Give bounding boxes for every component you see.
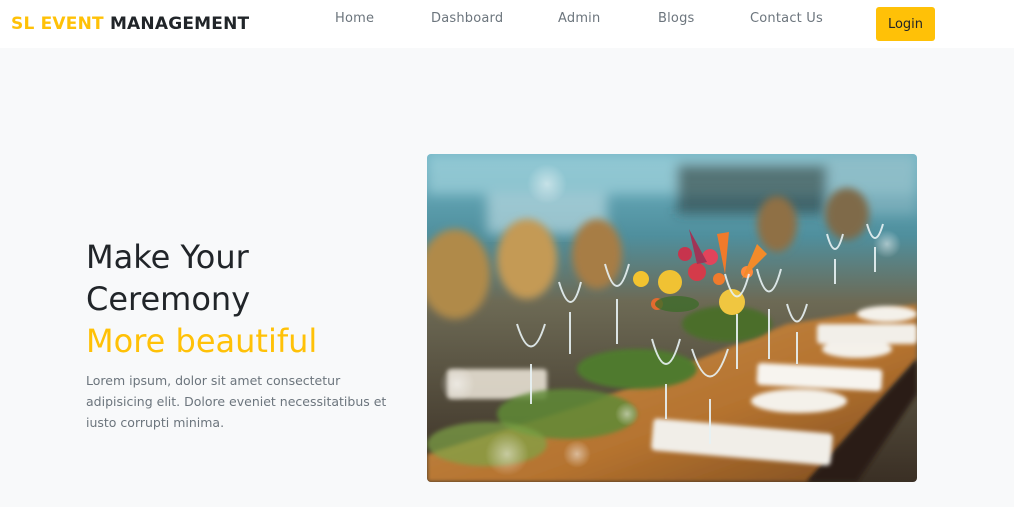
navbar: SL EVENT MANAGEMENT Home Dashboard Admin… — [0, 0, 1014, 48]
brand-part1: SL EVENT — [11, 14, 104, 34]
scrollbar-track[interactable] — [1014, 0, 1023, 507]
hero-banquet-image — [427, 154, 917, 482]
brand-part2: MANAGEMENT — [109, 14, 250, 34]
brand-logo[interactable]: SL EVENT MANAGEMENT — [11, 14, 249, 34]
nav-link-home[interactable]: Home — [335, 11, 374, 26]
hero-heading-highlight: More beautiful — [86, 322, 318, 360]
nav-link-admin[interactable]: Admin — [558, 11, 600, 26]
nav-link-blogs[interactable]: Blogs — [658, 11, 695, 26]
nav-link-dashboard[interactable]: Dashboard — [431, 11, 503, 26]
hero-description: Lorem ipsum, dolor sit amet consectetur … — [86, 373, 387, 430]
hero-heading-line2: Ceremony — [86, 280, 251, 318]
login-button[interactable]: Login — [876, 7, 935, 41]
hero-heading-line1: Make Your — [86, 238, 249, 276]
nav-link-contact-us[interactable]: Contact Us — [750, 11, 823, 26]
hero-text: Make Your Ceremony More beautiful Lorem … — [86, 236, 406, 433]
